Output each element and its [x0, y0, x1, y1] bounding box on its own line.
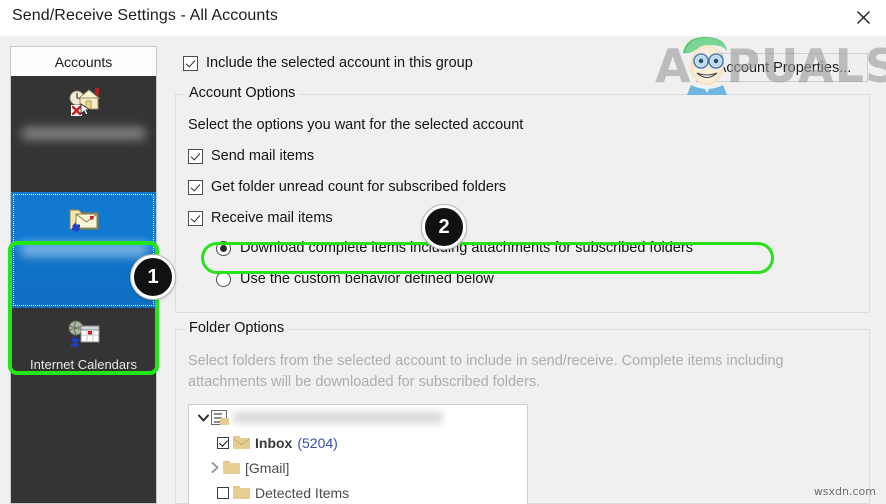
- sidebar-item-account-1[interactable]: [11, 192, 156, 308]
- window-title: Send/Receive Settings - All Accounts: [12, 7, 278, 25]
- clock-home-error-icon: [67, 88, 101, 118]
- folder-tree[interactable]: Inbox (5204) [Gmail]: [188, 404, 528, 504]
- tree-row-gmail-label: [Gmail]: [245, 460, 289, 476]
- folder-options-description: Select folders from the selected account…: [188, 351, 828, 393]
- radio-circle: [216, 241, 231, 256]
- send-receive-settings-dialog: Send/Receive Settings - All Accounts Acc…: [0, 0, 886, 504]
- receive-mail-items-label: Receive mail items: [211, 210, 333, 226]
- sidebar-item-account-0[interactable]: [11, 76, 156, 192]
- account-options-legend: Account Options: [185, 85, 299, 101]
- source-watermark: wsxdn.com: [814, 485, 876, 498]
- use-custom-behavior-radio[interactable]: Use the custom behavior defined below: [216, 271, 494, 287]
- download-complete-items-label: Download complete items including attach…: [240, 240, 693, 256]
- tree-row-inbox-count: (5204): [297, 435, 337, 451]
- checkbox-box: [188, 180, 203, 195]
- inbox-folder-icon: [233, 436, 250, 449]
- use-custom-behavior-label: Use the custom behavior defined below: [240, 271, 494, 287]
- send-mail-items-checkbox[interactable]: Send mail items: [188, 148, 314, 164]
- checkbox-box: [188, 149, 203, 164]
- include-account-in-group-checkbox[interactable]: Include the selected account in this gro…: [183, 55, 473, 71]
- get-folder-unread-count-checkbox[interactable]: Get folder unread count for subscribed f…: [188, 179, 506, 195]
- radio-circle: [216, 272, 231, 287]
- tree-row-gmail[interactable]: [Gmail]: [189, 455, 527, 480]
- account-properties-button[interactable]: Account Properties...: [700, 53, 868, 82]
- detected-items-checkbox[interactable]: [217, 487, 229, 499]
- folder-icon: [233, 486, 250, 499]
- tree-row-inbox[interactable]: Inbox (5204): [189, 430, 527, 455]
- checkbox-box: [188, 211, 203, 226]
- get-folder-unread-count-label: Get folder unread count for subscribed f…: [211, 179, 506, 195]
- globe-calendar-sync-icon: [67, 320, 101, 350]
- account-root-icon: [211, 410, 227, 425]
- checkbox-box: [183, 56, 198, 71]
- accounts-sidebar-header: Accounts: [11, 47, 156, 77]
- tree-row-detected-items[interactable]: Detected Items: [189, 480, 527, 504]
- chevron-down-icon[interactable]: [195, 410, 211, 426]
- folder-options-legend: Folder Options: [185, 320, 288, 336]
- folder-sync-mail-icon: [67, 204, 101, 234]
- folder-options-group: Folder Options Select folders from the s…: [175, 329, 870, 504]
- send-mail-items-label: Send mail items: [211, 148, 314, 164]
- account-options-description: Select the options you want for the sele…: [188, 117, 523, 133]
- chevron-right-icon[interactable]: [207, 460, 223, 476]
- sidebar-item-internet-calendars[interactable]: Internet Calendars: [11, 308, 156, 424]
- account-options-group: Account Options Select the options you w…: [175, 94, 870, 313]
- step-badge-2: 2: [422, 205, 466, 249]
- settings-pane: Include the selected account in this gro…: [167, 36, 886, 504]
- close-icon[interactable]: [840, 0, 886, 34]
- include-account-in-group-label: Include the selected account in this gro…: [206, 55, 473, 71]
- title-bar: Send/Receive Settings - All Accounts: [0, 0, 886, 36]
- sidebar-item-account-0-label: [21, 127, 146, 140]
- folder-icon: [223, 461, 240, 474]
- inbox-checkbox[interactable]: [217, 437, 229, 449]
- sidebar-item-account-1-label: [20, 243, 148, 257]
- tree-row-detected-items-label: Detected Items: [255, 485, 349, 501]
- step-badge-1: 1: [131, 255, 175, 299]
- tree-row-account-root-label: [233, 412, 443, 423]
- tree-row-inbox-label: Inbox: [255, 435, 292, 451]
- receive-mail-items-checkbox[interactable]: Receive mail items: [188, 210, 333, 226]
- sidebar-item-internet-calendars-label: Internet Calendars: [30, 357, 137, 372]
- tree-row-account-root[interactable]: [189, 405, 527, 430]
